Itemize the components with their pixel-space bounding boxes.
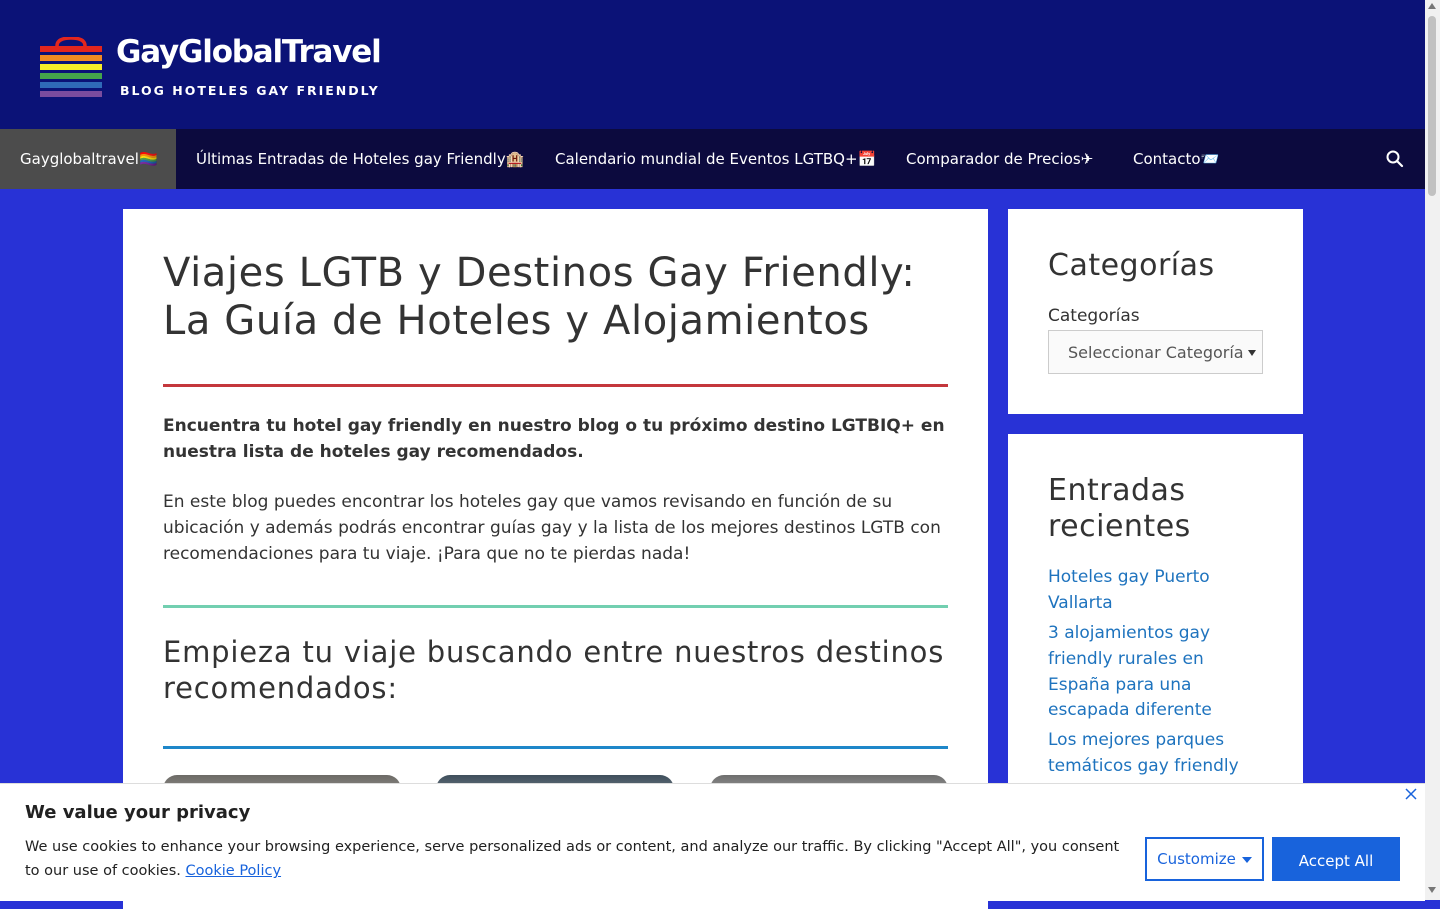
scroll-down-icon[interactable] [1428, 887, 1436, 893]
main-navigation: Gayglobaltravel🏳️‍🌈 Últimas Entradas de … [0, 129, 1425, 189]
categories-select-value: Seleccionar Categoría [1068, 343, 1243, 362]
recent-post-link[interactable]: Los mejores parques temáticos gay friend… [1048, 728, 1263, 780]
page-title: Viajes LGTB y Destinos Gay Friendly: La … [163, 250, 916, 344]
search-icon[interactable] [1385, 149, 1405, 169]
accept-all-button[interactable]: Accept All [1272, 837, 1400, 881]
nav-item-latest-posts[interactable]: Últimas Entradas de Hoteles gay Friendly… [196, 129, 524, 189]
recent-post-link[interactable]: 3 alojamientos gay friendly rurales en E… [1048, 621, 1228, 724]
customize-button-label: Customize [1157, 850, 1236, 868]
nav-item-price-comparator[interactable]: Comparador de Precios✈ [906, 129, 1093, 189]
nav-item-home[interactable]: Gayglobaltravel🏳️‍🌈 [0, 129, 176, 189]
site-tagline: BLOG HOTELES GAY FRIENDLY [120, 83, 380, 98]
destinations-heading: Empieza tu viaje buscando entre nuestros… [163, 635, 945, 705]
categories-widget-title: Categorías [1048, 248, 1215, 283]
categories-select[interactable]: Seleccionar Categoría [1048, 330, 1263, 374]
site-title[interactable]: GayGlobalTravel [116, 34, 382, 70]
categories-widget: Categorías Categorías Seleccionar Catego… [1008, 209, 1303, 414]
chevron-down-icon [1248, 350, 1256, 356]
scroll-up-icon[interactable] [1428, 3, 1436, 9]
cookie-policy-link[interactable]: Cookie Policy [186, 863, 282, 879]
recent-posts-title: Entradas recientes [1048, 473, 1191, 544]
nav-item-contact[interactable]: Contacto📨 [1133, 129, 1219, 189]
scrollbar-thumb[interactable] [1428, 16, 1436, 196]
recent-post-link[interactable]: Hoteles gay Puerto Vallarta [1048, 565, 1248, 617]
categories-label: Categorías [1048, 306, 1140, 326]
cookie-title: We value your privacy [25, 802, 251, 823]
cookie-text: We use cookies to enhance your browsing … [25, 835, 1135, 883]
scrollbar[interactable] [1425, 0, 1440, 900]
caret-down-icon [1241, 856, 1252, 863]
separator-green [163, 605, 948, 608]
intro-text: En este blog puedes encontrar los hotele… [163, 492, 941, 564]
customize-button[interactable]: Customize [1145, 837, 1264, 881]
separator-blue [163, 746, 948, 749]
site-logo-icon[interactable] [40, 37, 102, 99]
separator-red [163, 384, 948, 387]
close-icon[interactable] [1405, 788, 1417, 800]
nav-item-events-calendar[interactable]: Calendario mundial de Eventos LGTBQ+📅 [555, 129, 876, 189]
site-header: GayGlobalTravel BLOG HOTELES GAY FRIENDL… [0, 0, 1425, 129]
cookie-consent-banner: We value your privacy We use cookies to … [0, 783, 1425, 901]
intro-bold-text: Encuentra tu hotel gay friendly en nuest… [163, 416, 945, 462]
